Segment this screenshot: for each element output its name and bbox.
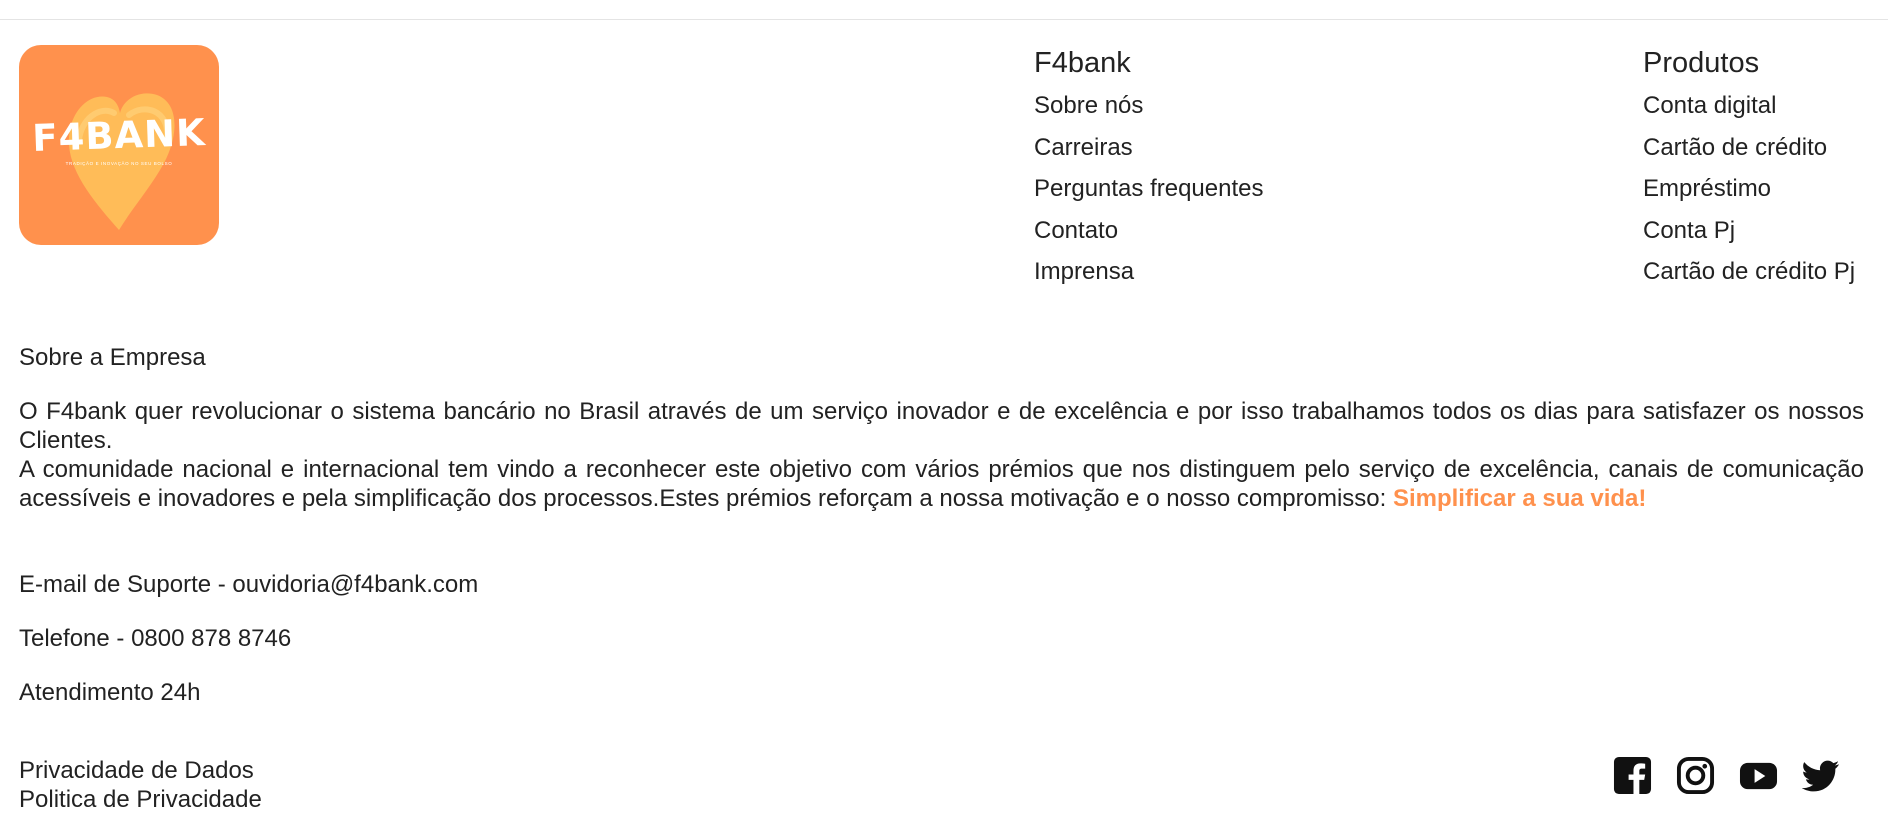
logo-tagline: TRADIÇÃO E INOVAÇÃO NO SEU BOLSO xyxy=(65,161,173,166)
nav-link-sobre-nos[interactable]: Sobre nós xyxy=(1034,85,1264,127)
nav-f4bank-title: F4bank xyxy=(1034,47,1131,79)
nav-link-cartao-de-credito-pj[interactable]: Cartão de crédito Pj xyxy=(1643,251,1855,293)
nav-link-perguntas-frequentes[interactable]: Perguntas frequentes xyxy=(1034,168,1264,210)
nav-produtos-title: Produtos xyxy=(1643,47,1760,79)
footer-links: Privacidade de Dados Politica de Privaci… xyxy=(19,756,262,814)
nav-link-conta-pj[interactable]: Conta Pj xyxy=(1643,210,1855,252)
about-paragraph-1: O F4bank quer revolucionar o sistema ban… xyxy=(19,398,1864,454)
youtube-icon[interactable] xyxy=(1739,756,1778,795)
top-divider xyxy=(0,19,1888,20)
about-section: Sobre a Empresa O F4bank quer revolucion… xyxy=(19,343,1864,513)
about-paragraph-2: A comunidade nacional e internacional te… xyxy=(19,455,1864,513)
nav-link-imprensa[interactable]: Imprensa xyxy=(1034,251,1264,293)
f4bank-logo[interactable]: F4BANK TRADIÇÃO E INOVAÇÃO NO SEU BOLSO xyxy=(19,45,219,245)
nav-link-contato[interactable]: Contato xyxy=(1034,210,1264,252)
support-hours: Atendimento 24h xyxy=(19,679,201,706)
twitter-icon[interactable] xyxy=(1802,756,1841,795)
privacy-policy-link[interactable]: Politica de Privacidade xyxy=(19,785,262,814)
facebook-icon[interactable] xyxy=(1613,756,1652,795)
support-email: E-mail de Suporte - ouvidoria@f4bank.com xyxy=(19,571,479,598)
nav-link-emprestimo[interactable]: Empréstimo xyxy=(1643,168,1855,210)
social-links xyxy=(1613,756,1841,795)
logo-wordmark: F4BANK xyxy=(31,110,207,161)
support-phone: Telefone - 0800 878 8746 xyxy=(19,625,292,652)
privacy-data-link[interactable]: Privacidade de Dados xyxy=(19,756,262,785)
nav-link-carreiras[interactable]: Carreiras xyxy=(1034,127,1264,169)
nav-f4bank: F4bank Sobre nós Carreiras Perguntas fre… xyxy=(1034,46,1264,293)
nav-link-conta-digital[interactable]: Conta digital xyxy=(1643,85,1855,127)
about-heading: Sobre a Empresa xyxy=(19,344,206,371)
about-slogan: Simplificar a sua vida! xyxy=(1392,485,1647,512)
instagram-icon[interactable] xyxy=(1676,756,1715,795)
nav-produtos: Produtos Conta digital Cartão de crédito… xyxy=(1643,46,1855,293)
nav-link-cartao-de-credito[interactable]: Cartão de crédito xyxy=(1643,127,1855,169)
